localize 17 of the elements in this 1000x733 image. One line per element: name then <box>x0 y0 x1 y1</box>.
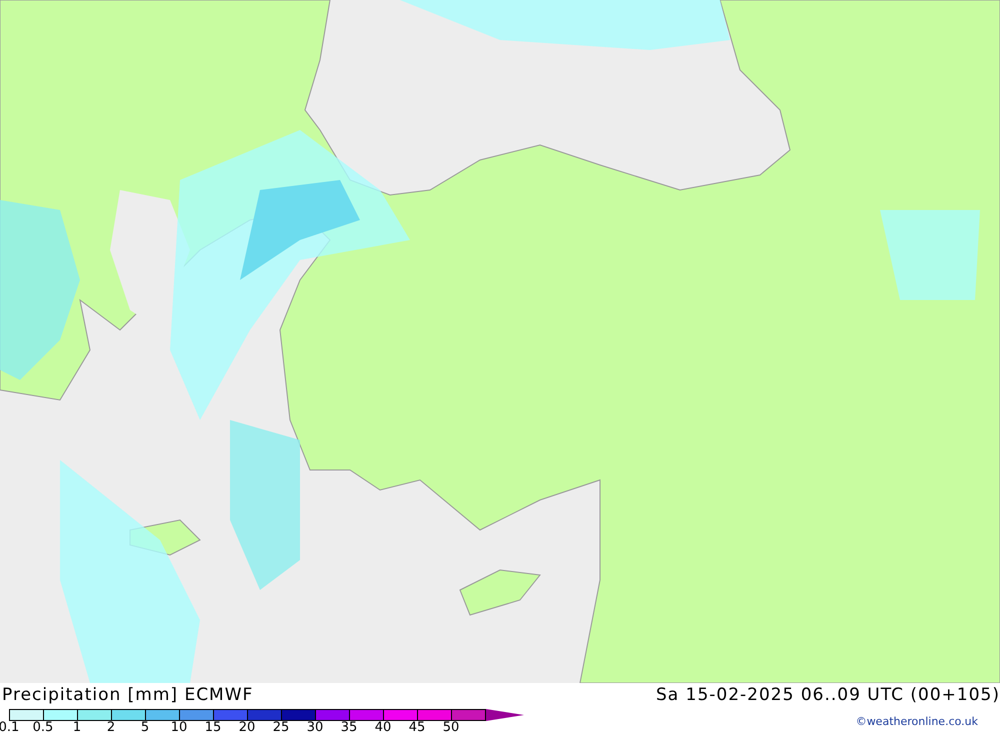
scale-label: 35 <box>340 721 358 733</box>
map-title: Precipitation [mm] ECMWF <box>1 685 254 705</box>
scale-label: 50 <box>442 721 460 733</box>
valid-time: Sa 15-02-2025 06..09 UTC (00+105) <box>656 685 1000 705</box>
scale-arrow-icon <box>486 709 524 721</box>
scale-label: 1 <box>72 721 82 733</box>
scale-label: 10 <box>170 721 188 733</box>
scale-label: 30 <box>306 721 324 733</box>
scale-label: 45 <box>408 721 426 733</box>
scale-label: 0.5 <box>32 721 54 733</box>
scale-label: 40 <box>374 721 392 733</box>
scale-label: 15 <box>204 721 222 733</box>
scale-label: 25 <box>272 721 290 733</box>
credit-link[interactable]: ©weatheronline.co.uk <box>856 715 978 728</box>
scale-label: 2 <box>106 721 116 733</box>
scale-label: 20 <box>238 721 256 733</box>
scale-label: 5 <box>140 721 150 733</box>
